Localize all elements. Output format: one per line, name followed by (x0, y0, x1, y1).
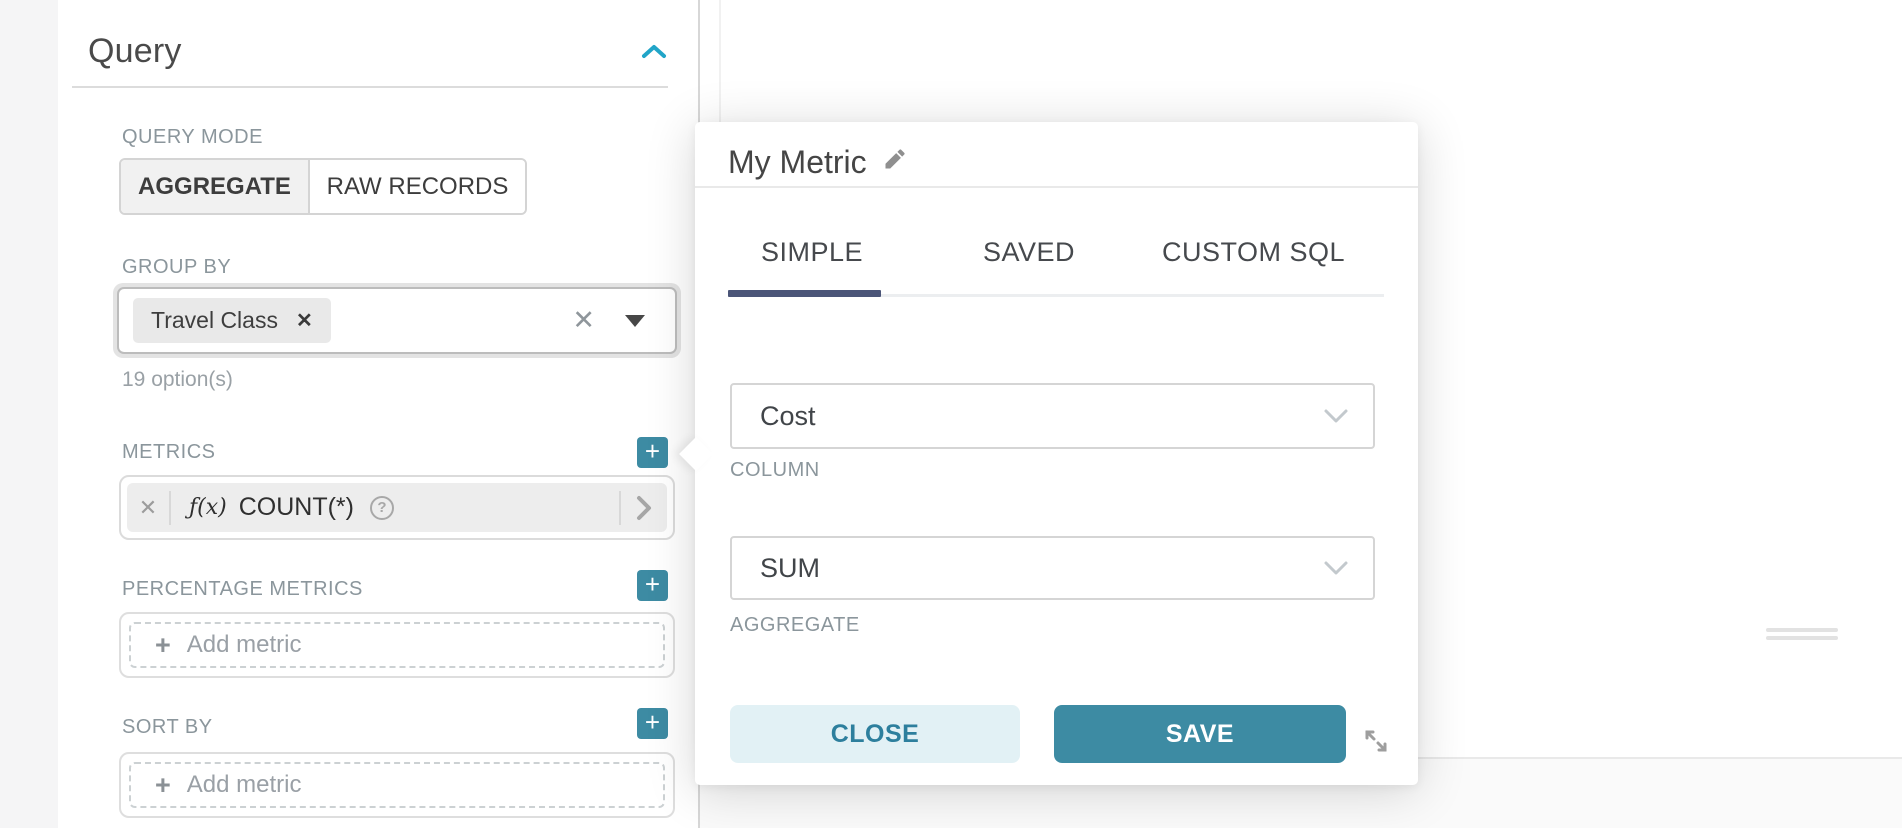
section-underline (72, 86, 668, 88)
add-metric-button[interactable]: + (637, 437, 668, 468)
group-by-option-count: 19 option(s) (122, 368, 233, 392)
pencil-icon[interactable] (881, 144, 908, 181)
plus-icon: + (155, 770, 171, 801)
sort-by-container: + Add metric (119, 752, 675, 818)
group-by-tag: Travel Class ✕ (133, 298, 331, 343)
query-mode-toggle: AGGREGATE RAW RECORDS (119, 158, 527, 215)
metric-pill[interactable]: ✕ ƒ(x) COUNT(*) ? (127, 483, 667, 532)
chevron-down-icon (1323, 560, 1349, 576)
chevron-up-icon[interactable] (640, 42, 668, 62)
popover-title: My Metric (728, 144, 908, 181)
chevron-right-icon[interactable] (621, 494, 667, 522)
sort-by-add-target[interactable]: + Add metric (129, 762, 665, 808)
plus-icon: + (155, 630, 171, 661)
percentage-metrics-container: + Add metric (119, 612, 675, 678)
group-by-tag-label: Travel Class (151, 307, 278, 334)
pane-drag-handle[interactable] (1766, 628, 1838, 632)
group-by-label: GROUP BY (122, 256, 231, 279)
percentage-metrics-add-target[interactable]: + Add metric (129, 622, 665, 668)
metrics-container: ✕ ƒ(x) COUNT(*) ? (119, 475, 675, 540)
column-select[interactable]: Cost (730, 383, 1375, 449)
diagonal-resize-icon[interactable] (1362, 727, 1390, 755)
add-sort-metric-button[interactable]: + (637, 708, 668, 739)
metrics-label: METRICS (122, 441, 216, 464)
query-mode-label: QUERY MODE (122, 126, 263, 149)
add-metric-placeholder: Add metric (187, 631, 302, 659)
pane-drag-handle[interactable] (1766, 636, 1838, 640)
explore-view: Query QUERY MODE AGGREGATE RAW RECORDS G… (0, 0, 1902, 828)
help-icon[interactable]: ? (370, 496, 394, 520)
close-button[interactable]: CLOSE (730, 705, 1020, 763)
query-mode-raw-records[interactable]: RAW RECORDS (310, 160, 525, 213)
add-metric-placeholder: Add metric (187, 771, 302, 799)
save-button[interactable]: SAVE (1054, 705, 1346, 763)
popover-header-divider (695, 186, 1418, 188)
metric-editor-popover: My Metric SIMPLE SAVED CUSTOM SQL COLUMN… (695, 122, 1418, 785)
metric-remove-icon[interactable]: ✕ (127, 495, 169, 521)
metric-title-text: My Metric (728, 144, 867, 181)
add-percentage-metric-button[interactable]: + (637, 570, 668, 601)
tab-simple[interactable]: SIMPLE (761, 237, 863, 268)
popover-arrow (679, 437, 713, 471)
caret-down-icon[interactable] (625, 315, 645, 327)
function-icon: ƒ(x) (189, 495, 227, 520)
aggregate-value: SUM (760, 553, 820, 584)
group-by-select[interactable]: Travel Class ✕ ✕ (117, 287, 677, 354)
column-value: Cost (760, 401, 816, 432)
aggregate-select[interactable]: SUM (730, 536, 1375, 600)
query-section-title: Query (88, 32, 182, 71)
tab-custom-sql[interactable]: CUSTOM SQL (1162, 237, 1345, 268)
active-tab-indicator (728, 290, 881, 297)
metric-pill-content: ƒ(x) COUNT(*) ? (171, 493, 619, 522)
query-mode-aggregate[interactable]: AGGREGATE (121, 160, 310, 213)
column-label: COLUMN (730, 459, 820, 482)
metric-name: COUNT(*) (239, 493, 354, 522)
sort-by-label: SORT BY (122, 716, 213, 739)
chevron-down-icon (1323, 408, 1349, 424)
left-gutter (0, 0, 58, 828)
aggregate-label: AGGREGATE (730, 614, 860, 637)
percentage-metrics-label: PERCENTAGE METRICS (122, 578, 363, 601)
tag-remove-icon[interactable]: ✕ (296, 308, 313, 333)
tab-saved[interactable]: SAVED (983, 237, 1075, 268)
group-by-select-ring: Travel Class ✕ ✕ (113, 283, 681, 358)
select-clear-icon[interactable]: ✕ (572, 305, 595, 336)
